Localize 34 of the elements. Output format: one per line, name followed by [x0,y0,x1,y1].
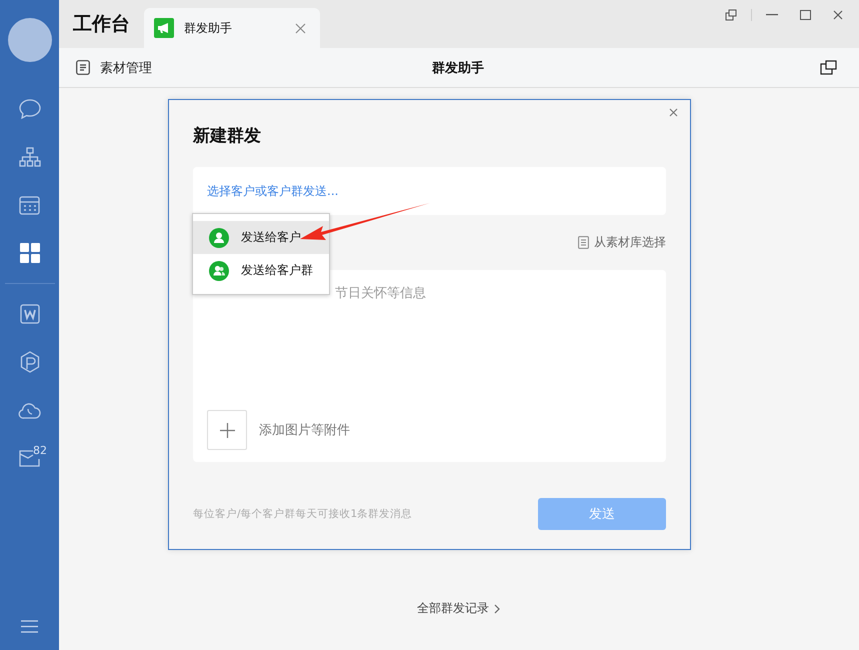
chevron-right-icon[interactable] [494,604,500,614]
org-chart-icon[interactable] [18,147,40,167]
megaphone-icon [154,18,174,38]
page-title: 群发助手 [432,60,484,76]
maximize-icon[interactable] [800,10,811,20]
chat-bubble-icon[interactable] [18,99,40,119]
close-icon[interactable] [833,10,843,20]
minimize-icon[interactable] [766,14,778,16]
menu-item[interactable]: 发送给客户 [193,221,329,254]
workspace-title: 工作台 [73,12,130,37]
people-icon [209,260,229,280]
material-management-link[interactable]: 素材管理 [100,58,152,76]
close-icon[interactable] [669,108,678,117]
recipient-field[interactable]: 选择客户或客户群发送... [193,167,666,215]
person-icon [209,228,229,248]
avatar[interactable] [8,18,52,62]
close-icon[interactable] [295,22,306,34]
attachment-label: 添加图片等附件 [259,422,350,439]
document-icon[interactable] [76,60,90,75]
grid-icon[interactable] [20,243,40,263]
dialog-title: 新建群发 [193,125,262,147]
library-link[interactable]: 从素材库选择 [594,234,666,251]
window-pin-icon[interactable] [725,9,737,21]
message-placeholder: 节日关怀等信息 [334,285,427,302]
menu-icon[interactable] [21,620,38,632]
calendar-icon[interactable] [19,195,40,215]
unread-count: 82 [33,444,47,457]
tab[interactable]: 群发助手 [144,8,320,48]
hexagon-icon[interactable] [20,351,40,373]
plus-icon [220,422,234,438]
limit-note: 每位客户/每个客户群每天可接收1条群发消息 [193,507,412,521]
popout-icon[interactable] [820,60,837,75]
cloud-phone-icon[interactable] [18,401,41,419]
history-link[interactable]: 全部群发记录 [417,600,489,617]
